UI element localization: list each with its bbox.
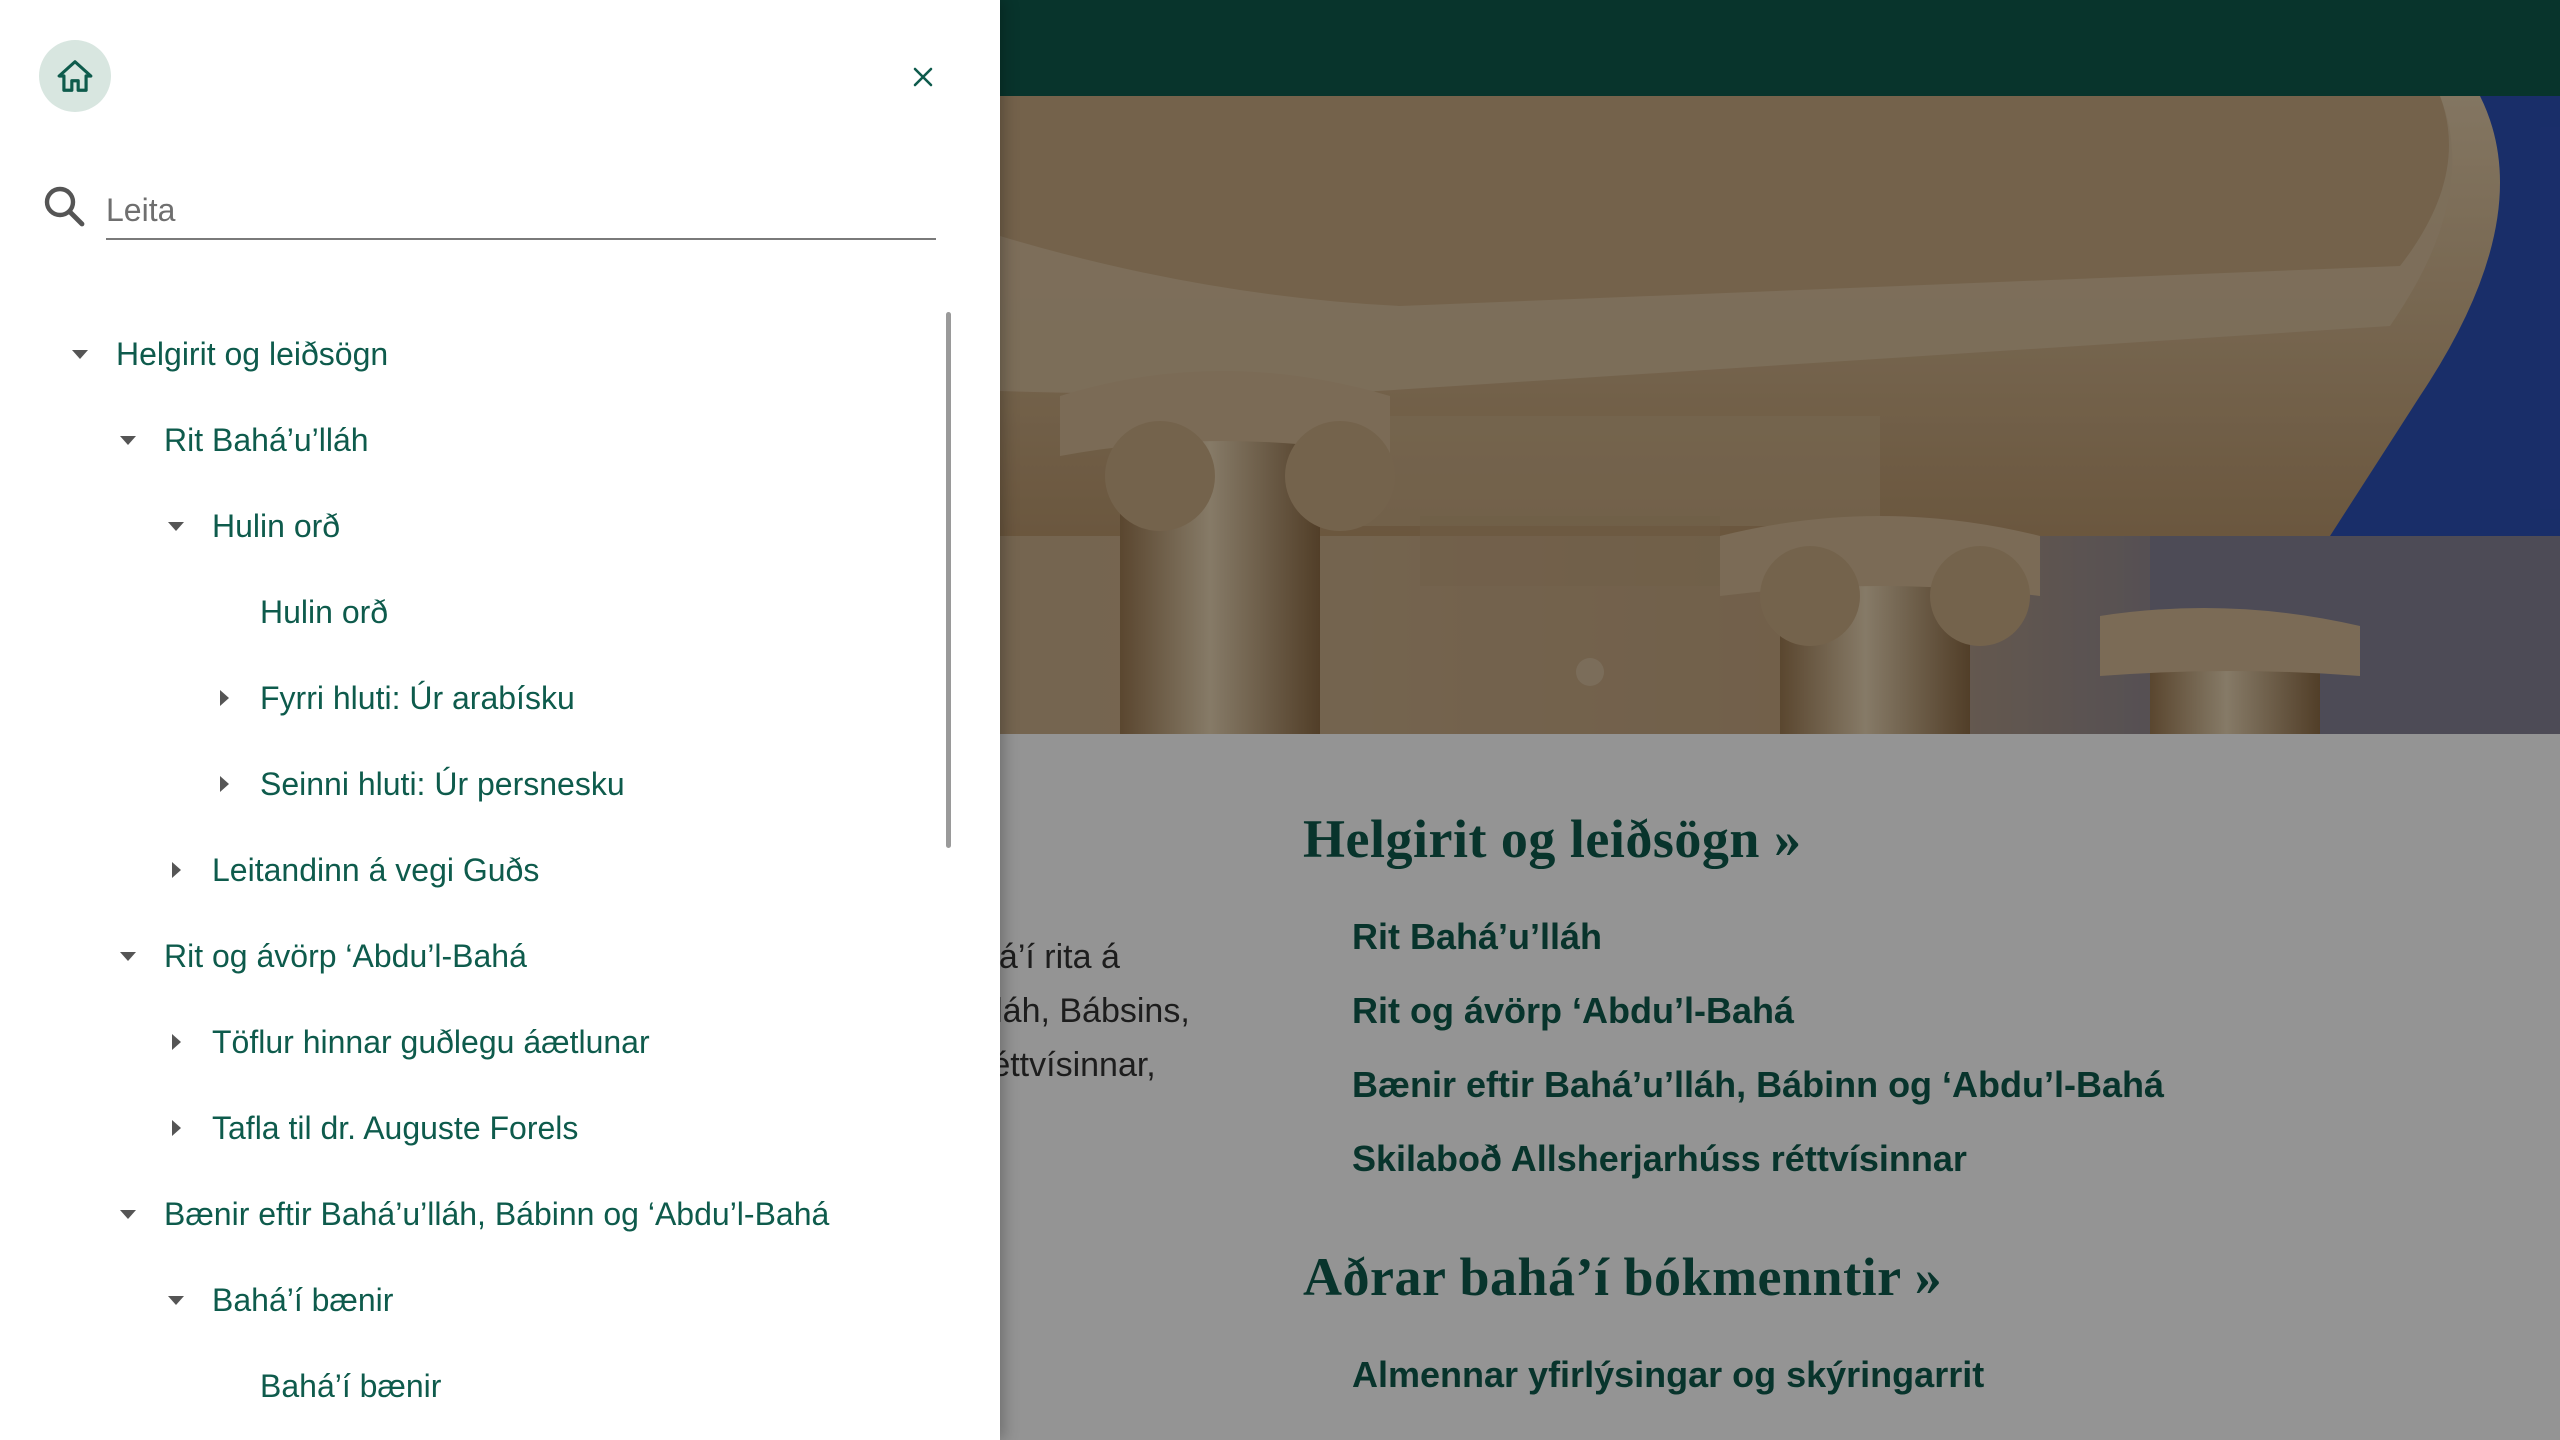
caret-right-icon[interactable]	[164, 1116, 188, 1140]
caret-down-icon[interactable]	[116, 944, 140, 968]
tree-item-label: Rit og ávörp ‘Abdu’l-Bahá	[164, 938, 527, 974]
home-button[interactable]	[39, 40, 111, 112]
caret-down-icon[interactable]	[164, 514, 188, 538]
caret-down-icon[interactable]	[68, 342, 92, 366]
tree-item-label: Bænir eftir Bahá’u’lláh, Bábinn og ‘Abdu…	[164, 1196, 830, 1232]
tree-item[interactable]: Rit og ávörp ‘Abdu’l-Bahá	[0, 926, 900, 986]
tree-item[interactable]: Hulin orð	[0, 582, 900, 642]
tree-item-label: Seinni hluti: Úr persnesku	[260, 766, 625, 802]
tree-item[interactable]: Helgirit og leiðsögn	[0, 324, 900, 384]
navigation-drawer: Helgirit og leiðsögn Rit Bahá’u’lláh Hulin…	[0, 0, 1000, 1440]
tree-item[interactable]: Bahá’í bænir	[0, 1270, 900, 1330]
close-drawer-button[interactable]	[898, 52, 948, 102]
caret-right-icon[interactable]	[212, 772, 236, 796]
tree-item-label: Bahá’í bænir	[260, 1368, 442, 1404]
tree-item-label: Hulin orð	[212, 508, 341, 544]
caret-right-icon[interactable]	[212, 686, 236, 710]
home-icon	[57, 60, 93, 92]
caret-right-icon[interactable]	[164, 1030, 188, 1054]
tree-item-label: Töflur hinnar guðlegu áætlunar	[212, 1024, 650, 1060]
tree-item-label: Hulin orð	[260, 594, 389, 630]
search-input[interactable]	[106, 182, 936, 240]
tree-item-label: Tafla til dr. Auguste Forels	[212, 1110, 579, 1146]
drawer-scrollbar[interactable]	[946, 312, 951, 848]
search-icon	[44, 186, 85, 227]
tree-item[interactable]: Bænir eftir Bahá’u’lláh, Bábinn og ‘Abdu…	[0, 1184, 900, 1244]
close-icon	[913, 67, 933, 87]
tree-item-label: Fyrri hluti: Úr arabísku	[260, 680, 575, 716]
caret-down-icon[interactable]	[116, 428, 140, 452]
tree-item[interactable]: Rit Bahá’u’lláh	[0, 410, 900, 470]
tree-item[interactable]: Bahá’í bænir	[0, 1356, 900, 1416]
tree-item-label: Leitandinn á vegi Guðs	[212, 852, 540, 888]
caret-down-icon[interactable]	[164, 1288, 188, 1312]
caret-down-icon[interactable]	[116, 1202, 140, 1226]
tree-item-label: Bahá’í bænir	[212, 1282, 394, 1318]
tree-item[interactable]: Seinni hluti: Úr persnesku	[0, 754, 900, 814]
tree-item[interactable]: Tafla til dr. Auguste Forels	[0, 1098, 900, 1158]
caret-right-icon[interactable]	[164, 858, 188, 882]
tree-item[interactable]: Töflur hinnar guðlegu áætlunar	[0, 1012, 900, 1072]
tree-item[interactable]: Hulin orð	[0, 496, 900, 556]
tree-item[interactable]: Leitandinn á vegi Guðs	[0, 840, 900, 900]
tree-item-label: Helgirit og leiðsögn	[116, 336, 389, 372]
tree-item-label: Rit Bahá’u’lláh	[164, 422, 369, 458]
tree-item[interactable]: Fyrri hluti: Úr arabísku	[0, 668, 900, 728]
